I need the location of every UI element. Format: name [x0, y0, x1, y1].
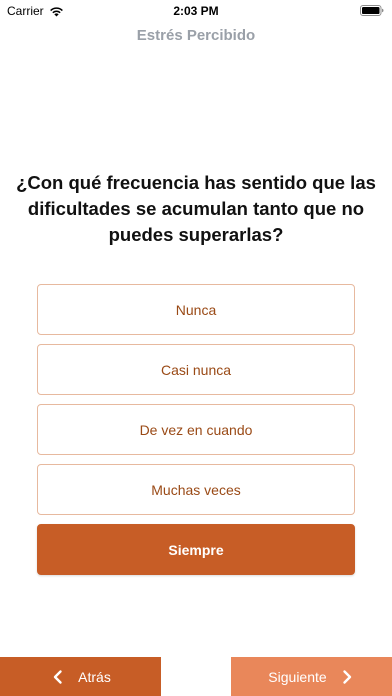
option-muchas-veces[interactable]: Muchas veces	[37, 464, 355, 515]
option-label: De vez en cuando	[139, 421, 253, 438]
next-label: Siguiente	[268, 668, 327, 685]
battery-icon	[360, 5, 384, 16]
option-label: Siempre	[168, 541, 224, 558]
status-bar: Carrier 2:03 PM	[0, 0, 392, 22]
next-button[interactable]: Siguiente	[231, 657, 392, 696]
nav-title: Estrés Percibido	[136, 27, 256, 44]
status-time: 2:03 PM	[173, 4, 219, 18]
option-label: Nunca	[175, 301, 217, 318]
chevron-left-icon	[53, 669, 62, 684]
back-button[interactable]: Atrás	[0, 657, 161, 696]
option-label: Casi nunca	[160, 361, 232, 378]
answer-options: Nunca Casi nunca De vez en cuando Muchas…	[37, 284, 355, 584]
chevron-right-icon	[342, 669, 351, 684]
option-label: Muchas veces	[151, 481, 241, 498]
option-de-vez-en-cuando[interactable]: De vez en cuando	[37, 404, 355, 455]
back-label: Atrás	[78, 668, 111, 685]
option-siempre[interactable]: Siempre	[37, 524, 355, 575]
question-text: ¿Con qué frecuencia has sentido que las …	[16, 172, 376, 245]
option-casi-nunca[interactable]: Casi nunca	[37, 344, 355, 395]
option-nunca[interactable]: Nunca	[37, 284, 355, 335]
